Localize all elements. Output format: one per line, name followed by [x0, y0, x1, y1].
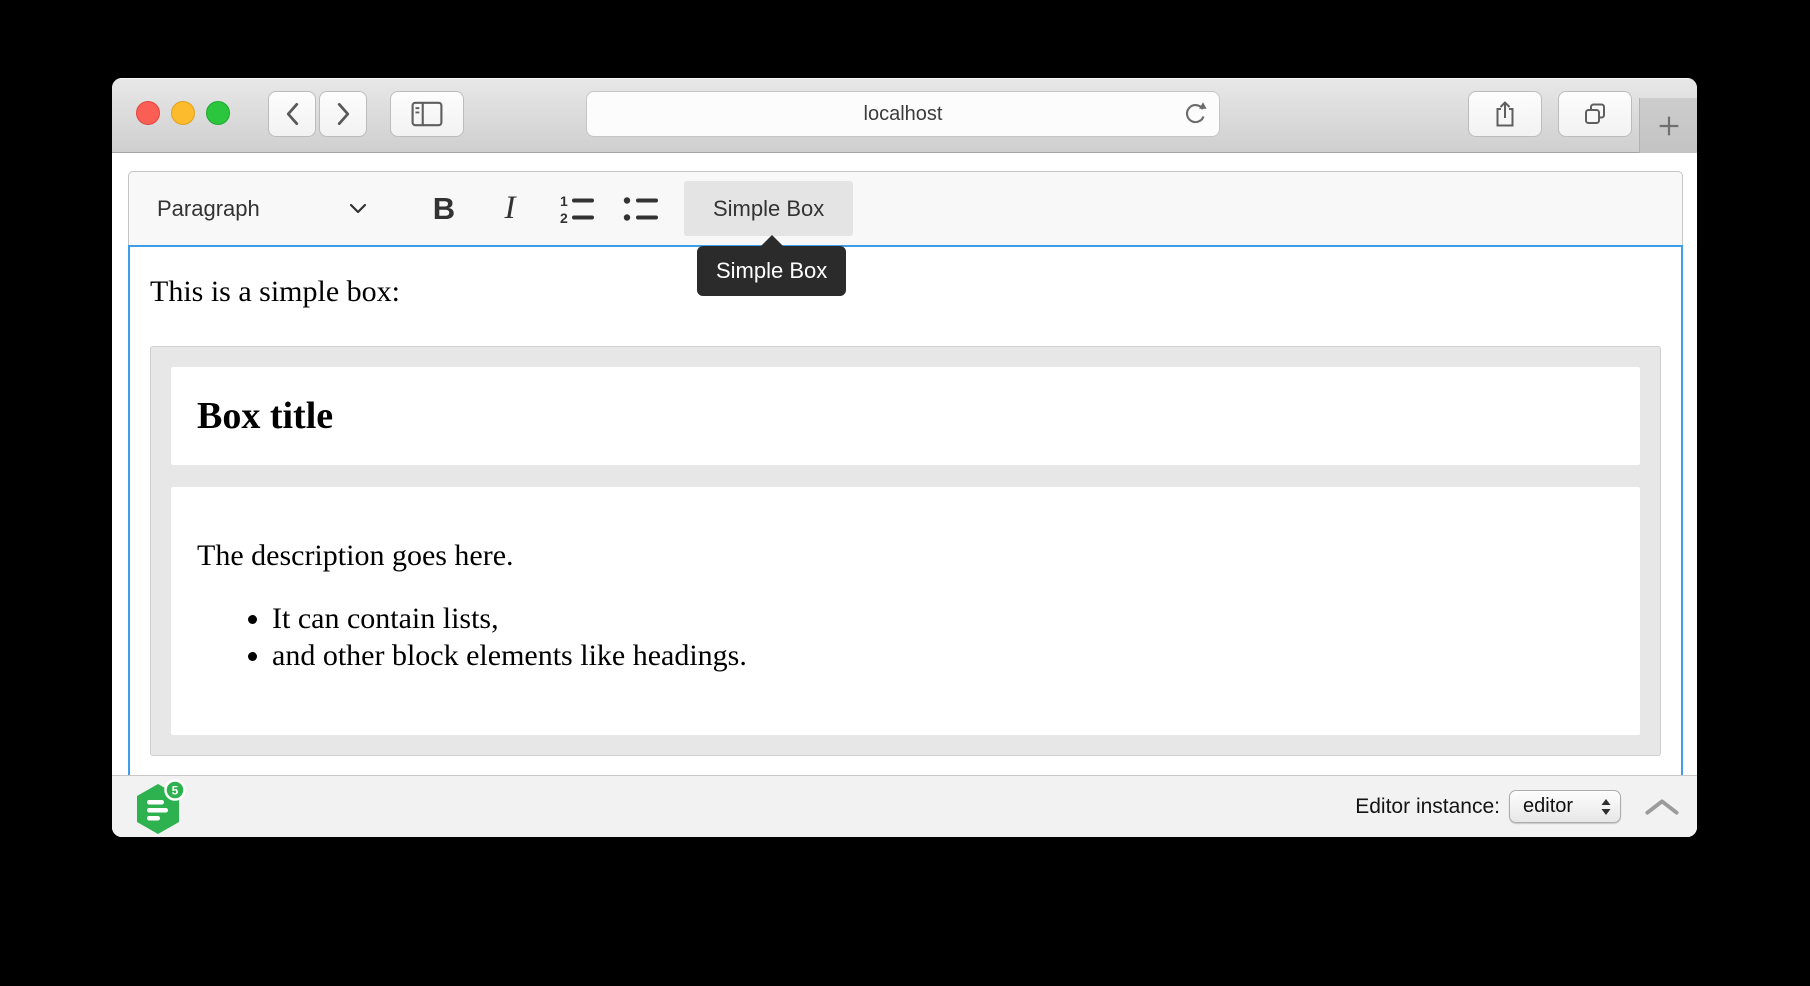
- zoom-window-button[interactable]: [206, 101, 230, 125]
- svg-text:1: 1: [560, 193, 568, 209]
- simple-box-button[interactable]: Simple Box: [684, 181, 853, 236]
- bulleted-list-button[interactable]: [618, 181, 666, 236]
- selected-instance: editor: [1523, 795, 1600, 818]
- editor-editable-area[interactable]: This is a simple box: Box title The desc…: [128, 245, 1683, 775]
- browser-window: localhost: [112, 78, 1697, 837]
- description-list: It can contain lists, and other block el…: [197, 600, 1614, 674]
- list-item[interactable]: It can contain lists,: [272, 600, 1614, 637]
- svg-text:2: 2: [560, 210, 568, 225]
- new-tab-button[interactable]: [1639, 98, 1697, 153]
- sidebar-toggle-button[interactable]: [390, 91, 464, 137]
- back-button[interactable]: [268, 91, 316, 137]
- intro-paragraph[interactable]: This is a simple box:: [150, 273, 1661, 311]
- show-all-tabs-button[interactable]: [1558, 91, 1632, 137]
- minimize-window-button[interactable]: [171, 101, 195, 125]
- bold-button[interactable]: B: [420, 181, 468, 236]
- inspector-bottom-bar: 5 Editor instance: editor: [112, 775, 1697, 837]
- url-text: localhost: [864, 103, 943, 126]
- simple-box-description-section[interactable]: The description goes here. It can contai…: [171, 487, 1640, 735]
- list-item[interactable]: and other block elements like headings.: [272, 637, 1614, 674]
- select-arrows-icon: [1600, 798, 1612, 816]
- chevron-right-icon: [336, 102, 351, 126]
- sidebar-icon: [411, 101, 443, 127]
- share-icon: [1492, 99, 1518, 129]
- page-content: Paragraph B I 1 2: [112, 153, 1697, 837]
- numbered-list-button[interactable]: 1 2: [554, 181, 602, 236]
- share-button[interactable]: [1468, 91, 1542, 137]
- italic-icon: I: [505, 190, 516, 227]
- plus-icon: [1658, 115, 1680, 137]
- italic-button[interactable]: I: [486, 181, 534, 236]
- ckeditor-logo-icon[interactable]: 5: [130, 779, 186, 835]
- chevron-left-icon: [285, 102, 300, 126]
- bulleted-list-icon: [621, 193, 663, 225]
- notification-badge: 5: [172, 783, 179, 797]
- reload-button[interactable]: [1181, 100, 1209, 128]
- heading-dropdown[interactable]: Paragraph: [129, 172, 381, 245]
- editor-instance-select[interactable]: editor: [1509, 790, 1621, 823]
- forward-button[interactable]: [319, 91, 367, 137]
- chevron-up-icon: [1645, 798, 1679, 816]
- chevron-down-icon: [349, 203, 367, 214]
- address-bar[interactable]: localhost: [586, 91, 1220, 137]
- simple-box-title[interactable]: Box title: [197, 393, 1614, 439]
- numbered-list-icon: 1 2: [557, 193, 599, 225]
- close-window-button[interactable]: [136, 101, 160, 125]
- reload-icon: [1182, 101, 1208, 127]
- tabs-icon: [1582, 101, 1608, 127]
- simple-box-tooltip: Simple Box: [697, 246, 846, 296]
- browser-toolbar: localhost: [112, 78, 1697, 153]
- bold-icon: B: [433, 191, 455, 227]
- simple-box-title-section[interactable]: Box title: [171, 367, 1640, 465]
- heading-dropdown-label: Paragraph: [157, 196, 260, 222]
- tooltip-text: Simple Box: [716, 258, 827, 283]
- collapse-console-button[interactable]: [1645, 798, 1679, 816]
- editor-toolbar: Paragraph B I 1 2: [128, 171, 1683, 245]
- simple-box-widget[interactable]: Box title The description goes here. It …: [150, 346, 1661, 756]
- description-paragraph[interactable]: The description goes here.: [197, 538, 1614, 574]
- editor-instance-label: Editor instance:: [1355, 795, 1500, 819]
- simple-box-button-label: Simple Box: [713, 196, 824, 222]
